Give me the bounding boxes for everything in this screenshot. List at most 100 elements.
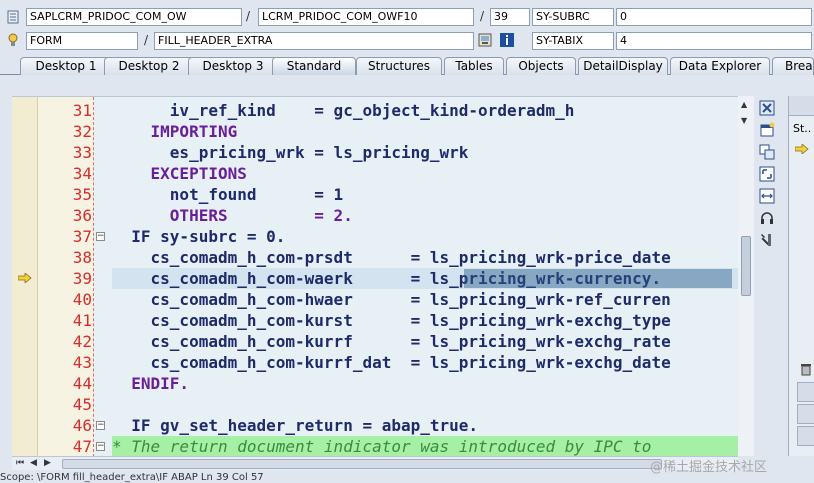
sysvar2-value-field[interactable]: 4 [616,32,812,50]
code-line[interactable]: 32 IMPORTING [12,121,752,142]
program-field[interactable]: SAPLCRM_PRIDOC_COM_OW [26,8,242,26]
line-number: 44 [72,374,92,393]
tab-structures[interactable]: Structures [356,57,442,75]
new-window-icon[interactable] [759,122,775,138]
code-line[interactable]: 37 − IF sy-subrc = 0. [12,226,752,247]
source-code-editor[interactable]: 31 iv_ref_kind = gc_object_kind-orderadm… [12,96,754,456]
line-number: 47 [72,437,92,456]
code-text: cs_comadm_h_com-kurrf_dat = ls_pricing_w… [112,353,671,372]
code-text: * The return document indicator was intr… [112,437,652,456]
sysvar1-name-field[interactable]: SY-SUBRC [532,8,614,26]
watermark-text: @稀土掘金技术社区 [650,460,768,475]
line-number: 39 [72,269,92,288]
tab-tables[interactable]: Tables [444,57,504,75]
code-line[interactable]: 35 not_found = 1 [12,184,752,205]
tab-objects[interactable]: Objects [506,57,576,75]
line-number: 33 [72,143,92,162]
code-text: IF gv_set_header_return = abap_true. [112,416,479,435]
side-panel-button[interactable] [797,426,814,446]
scroll-left-icon[interactable]: ◀ [30,458,37,468]
separator: / [144,33,149,47]
code-line[interactable]: 42 cs_comadm_h_com-kurrf = ls_pricing_wr… [12,331,752,352]
line-field[interactable]: 39 [490,8,530,26]
code-line[interactable]: 34 EXCEPTIONS [12,163,752,184]
tools-icon[interactable] [759,232,775,248]
code-text: es_pricing_wrk = ls_pricing_wrk [112,143,469,162]
tab-desktop-2[interactable]: Desktop 2 [104,57,194,75]
line-number: 42 [72,332,92,351]
scrollbar-thumb[interactable] [62,459,662,469]
debugger-tab-strip: Desktop 1 Desktop 2 Desktop 3 Standard S… [0,55,814,75]
code-text: cs_comadm_h_com-prsdt = ls_pricing_wrk-p… [112,248,671,267]
editor-toolbar [756,96,778,256]
side-panel-label: St.. [793,122,812,135]
scroll-up-icon[interactable]: ▲ [741,100,747,109]
tab-data-explorer[interactable]: Data Explorer [670,57,770,75]
editor-vertical-scrollbar[interactable]: ▲ ▼ [738,96,754,456]
code-line[interactable]: 40 cs_comadm_h_com-hwaer = ls_pricing_wr… [12,289,752,310]
collapse-toggle[interactable]: − [96,442,105,451]
separator: / [480,9,485,23]
editor-horizontal-scrollbar[interactable]: ⏮ ◀ ▶ [12,456,738,470]
event-name-field[interactable]: FILL_HEADER_EXTRA [154,32,474,50]
delete-icon[interactable] [799,362,813,379]
code-text: OTHERS = 2. [112,206,353,225]
line-number: 36 [72,206,92,225]
variables-side-panel[interactable]: St.. [788,96,814,456]
code-line[interactable]: 33 es_pricing_wrk = ls_pricing_wrk [12,142,752,163]
collapse-toggle[interactable]: − [96,421,105,430]
close-icon[interactable] [759,100,775,116]
current-code-line[interactable]: 39 cs_comadm_h_com-waerk = ls_pricing_wr… [12,268,752,289]
code-text: not_found = 1 [112,185,344,204]
code-line[interactable]: 45 [12,394,752,415]
line-number: 40 [72,290,92,309]
info-icon[interactable] [500,33,514,47]
line-number: 45 [72,395,92,414]
code-text: IMPORTING [112,122,238,141]
tab-detaildisplay[interactable]: DetailDisplay [578,57,668,75]
collapse-toggle[interactable]: − [96,232,105,241]
code-line[interactable]: 36 OTHERS = 2. [12,205,752,226]
display-icon[interactable] [478,33,492,47]
line-number: 34 [72,164,92,183]
code-text: cs_comadm_h_com-hwaer = ls_pricing_wrk-r… [112,290,671,309]
line-number: 32 [72,122,92,141]
code-text: cs_comadm_h_com-kurrf = ls_pricing_wrk-e… [112,332,671,351]
split-window-icon[interactable] [759,188,775,204]
event-type-field[interactable]: FORM [26,32,138,50]
current-line-arrow-icon [794,143,809,157]
code-line[interactable]: 31 iv_ref_kind = gc_object_kind-orderadm… [12,100,752,121]
code-text: ENDIF. [112,374,190,393]
top-field-row-1: SAPLCRM_PRIDOC_COM_OW / LCRM_PRIDOC_COM_… [0,6,814,28]
tab-standard[interactable]: Standard [272,57,356,75]
side-panel-button[interactable] [797,404,814,424]
scroll-right-icon[interactable]: ▶ [44,458,51,468]
comment-code-line[interactable]: 47 − * The return document indicator was… [12,436,752,456]
headset-icon[interactable] [759,210,775,226]
code-line[interactable]: 44 ENDIF. [12,373,752,394]
copy-window-icon[interactable] [759,144,775,160]
line-number: 46 [72,416,92,435]
code-line[interactable]: 41 cs_comadm_h_com-kurst = ls_pricing_wr… [12,310,752,331]
code-line[interactable]: 38 cs_comadm_h_com-prsdt = ls_pricing_wr… [12,247,752,268]
sysvar2-name-field[interactable]: SY-TABIX [532,32,614,50]
code-text: EXCEPTIONS [112,164,247,183]
scroll-first-icon[interactable]: ⏮ [16,458,24,468]
program-icon [6,10,20,24]
tab-desktop-1[interactable]: Desktop 1 [20,57,112,75]
sysvar1-value-field[interactable]: 0 [616,8,812,26]
maximize-icon[interactable] [759,166,775,182]
tab-desktop-3[interactable]: Desktop 3 [188,57,278,75]
scroll-down-icon[interactable]: ▼ [741,116,747,125]
side-panel-button[interactable] [797,382,814,402]
line-number: 38 [72,248,92,267]
code-line[interactable]: 46 − IF gv_set_header_return = abap_true… [12,415,752,436]
selected-text-highlight [464,269,732,288]
tab-break[interactable]: Break [772,57,814,75]
include-field[interactable]: LCRM_PRIDOC_COM_OWF10 [258,8,474,26]
code-text: IF sy-subrc = 0. [112,227,286,246]
top-field-row-2: FORM / FILL_HEADER_EXTRA SY-TABIX 4 [0,30,814,52]
scrollbar-thumb[interactable] [741,236,751,296]
code-line[interactable]: 43 cs_comadm_h_com-kurrf_dat = ls_pricin… [12,352,752,373]
event-icon [6,33,20,47]
